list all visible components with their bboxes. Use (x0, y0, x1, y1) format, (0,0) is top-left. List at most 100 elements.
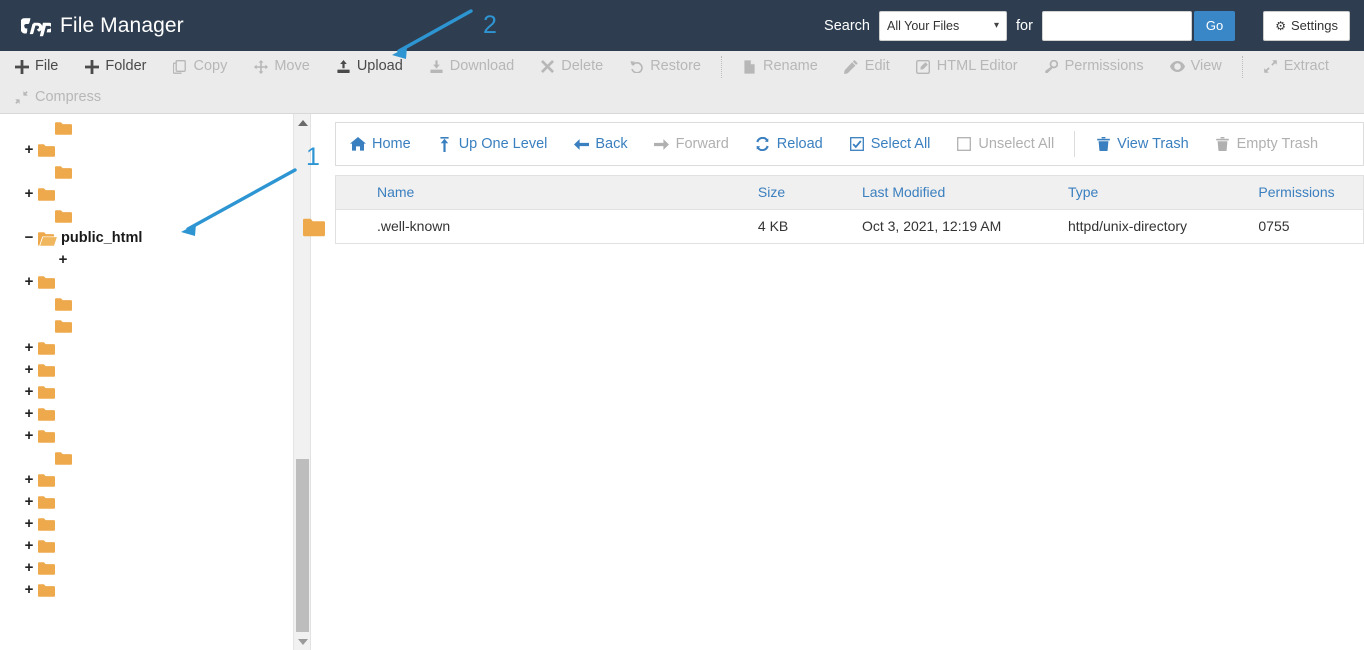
expand-icon (1263, 59, 1278, 74)
toolbar-button-extract: Extract (1263, 59, 1329, 74)
tree-expand-icon[interactable]: + (22, 186, 36, 201)
gear-icon: ⚙ (1275, 18, 1287, 33)
search-scope-select[interactable]: All Your Files (878, 10, 1007, 41)
action-toolbar: File Folder Copy Move Upload Download Delete Re… (0, 51, 1364, 114)
move-icon (253, 59, 268, 74)
file-name-cell[interactable]: .well-known (303, 210, 758, 244)
table-row[interactable]: .well-known 4 KB Oct 3, 2021, 12:19 AM http… (303, 210, 1364, 244)
folder-icon (38, 341, 55, 355)
column-header-permissions[interactable]: Permissions (1258, 175, 1364, 210)
folder-icon (55, 209, 72, 223)
toolbar-button-upload[interactable]: Upload (336, 59, 403, 74)
tree-expand-icon[interactable]: + (22, 406, 36, 421)
tree-item[interactable]: + (0, 271, 310, 293)
toolbar-button-download: Download (429, 59, 514, 74)
column-header-last-modified[interactable]: Last Modified (861, 175, 1068, 210)
tree-expand-icon[interactable]: + (22, 472, 36, 487)
tree-expand-icon[interactable]: + (22, 274, 36, 289)
tree-expand-icon[interactable]: + (22, 560, 36, 575)
tree-expand-icon[interactable]: + (22, 494, 36, 509)
restore-icon (629, 59, 644, 74)
home-icon (350, 137, 366, 152)
tree-item[interactable]: + (0, 579, 310, 601)
folder-icon (55, 297, 72, 311)
column-header-type[interactable]: Type (1067, 175, 1259, 210)
toolbar-button-view: View (1169, 59, 1222, 74)
tree-item-public_html[interactable]: − public_html (0, 227, 310, 249)
folder-icon (38, 517, 55, 531)
toolbar-button-move: Move (253, 59, 310, 74)
column-header-name[interactable]: Name (335, 175, 758, 210)
toolbar-button-file[interactable]: File (14, 59, 58, 74)
search-area: Search All Your Files ▾ for Go ⚙ Setting… (824, 0, 1364, 51)
file-icon (742, 59, 757, 74)
tree-item[interactable]: + (0, 491, 310, 513)
toolbar-button-delete: Delete (540, 59, 603, 74)
tree-expand-icon[interactable]: + (22, 384, 36, 399)
tree-item[interactable]: + (0, 403, 310, 425)
tree-item[interactable]: + (0, 535, 310, 557)
tree-item[interactable]: + (0, 205, 310, 227)
tree-item[interactable]: + (0, 139, 310, 161)
file-manager-app: cP File Manager Search All Your Files ▾ … (0, 0, 1364, 650)
search-go-button[interactable]: Go (1193, 10, 1236, 41)
action-toolbar-row-2: Compress (0, 82, 1364, 113)
tree-item[interactable]: + (0, 161, 310, 183)
nav-button-back[interactable]: Back (573, 137, 628, 152)
file-browser-panel: Home Up One Level Back Forward Reload Select … (303, 114, 1364, 650)
file-navigation-bar: Home Up One Level Back Forward Reload Select … (335, 122, 1364, 166)
nav-button-view-trash[interactable]: View Trash (1095, 137, 1189, 152)
tree-expand-icon[interactable]: + (22, 582, 36, 597)
folder-open-icon (38, 231, 57, 246)
tree-expand-icon[interactable]: + (22, 142, 36, 157)
scroll-up-arrow-icon[interactable] (294, 114, 310, 131)
folder-icon (38, 495, 55, 509)
tree-item[interactable]: + (0, 337, 310, 359)
toolbar-button-folder[interactable]: Folder (84, 59, 146, 74)
tree-item[interactable]: + (0, 293, 310, 315)
tree-item[interactable]: + (0, 425, 310, 447)
settings-button[interactable]: ⚙ Settings (1263, 10, 1350, 41)
tree-item[interactable]: + (0, 513, 310, 535)
nav-button-home[interactable]: Home (350, 137, 411, 152)
tree-item[interactable]: + (0, 315, 310, 337)
toolbar-divider (1241, 55, 1243, 78)
cpanel-logo-icon: cP (21, 13, 51, 39)
file-list-head: Name Size Last Modified Type Permissions (335, 175, 1364, 210)
sidebar-scrollbar[interactable] (293, 114, 310, 650)
tree-item[interactable]: + (0, 381, 310, 403)
toolbar-button-label: Folder (105, 58, 147, 75)
tree-item[interactable]: + (0, 183, 310, 205)
nav-button-label: Forward (675, 135, 729, 152)
tree-item[interactable]: + (0, 469, 310, 491)
nav-button-reload[interactable]: Reload (755, 137, 823, 152)
tree-item[interactable]: + (0, 557, 310, 579)
scroll-down-arrow-icon[interactable] (294, 633, 310, 650)
tree-collapse-icon[interactable]: − (22, 230, 36, 245)
tree-expand-icon[interactable]: + (22, 516, 36, 531)
brand: cP File Manager (21, 13, 184, 39)
tree-item[interactable]: + (0, 359, 310, 381)
folder-icon (38, 363, 55, 377)
nav-button-up-one-level[interactable]: Up One Level (437, 136, 547, 152)
nav-button-label: Home (372, 135, 411, 152)
tree-item[interactable]: + (0, 447, 310, 469)
column-header-size[interactable]: Size (757, 175, 862, 210)
folder-icon (38, 583, 55, 597)
tree-expand-icon[interactable]: + (22, 538, 36, 553)
tree-expand-icon[interactable]: + (22, 340, 36, 355)
tree-item[interactable]: + (0, 249, 310, 271)
nav-button-select-all[interactable]: Select All (849, 137, 930, 152)
toolbar-button-compress: Compress (14, 90, 101, 105)
search-input[interactable] (1041, 10, 1192, 41)
tree-item[interactable]: + (0, 117, 310, 139)
folder-icon (38, 429, 55, 443)
file-list-header-row: Name Size Last Modified Type Permissions (335, 175, 1364, 210)
tree-expand-icon[interactable]: + (22, 428, 36, 443)
toolbar-button-label: Compress (35, 89, 102, 106)
toolbar-button-label: Copy (193, 58, 228, 75)
scrollbar-thumb[interactable] (296, 459, 309, 632)
action-toolbar-row-1: File Folder Copy Move Upload Download Delete Re… (0, 51, 1364, 82)
tree-expand-icon[interactable]: + (22, 362, 36, 377)
tree-expand-icon[interactable]: + (56, 252, 70, 267)
